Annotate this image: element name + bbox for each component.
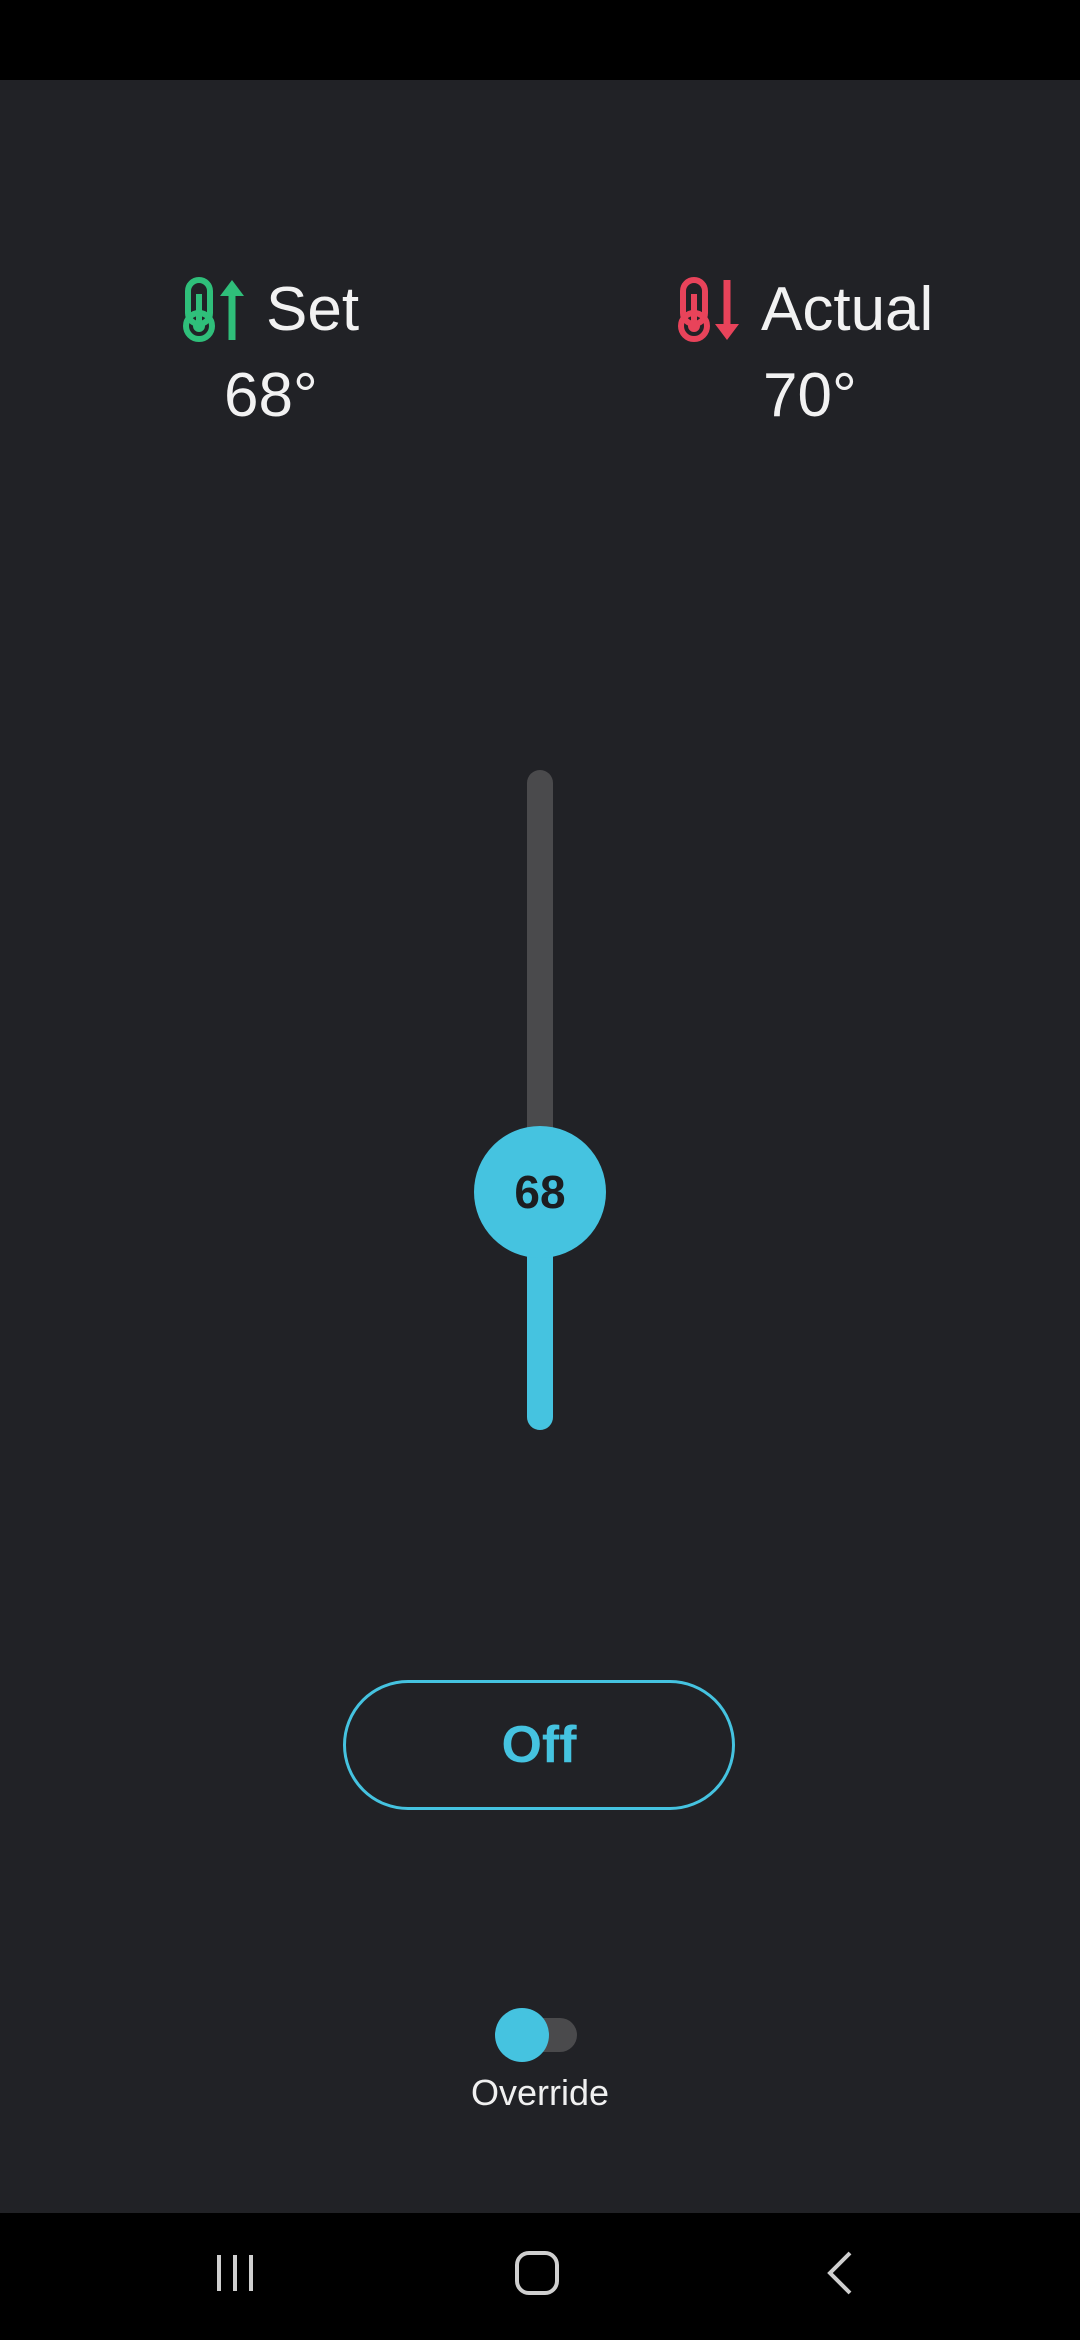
- set-value: 68°: [224, 361, 318, 430]
- status-bar: [0, 0, 1080, 80]
- set-temperature-readout: Set 68°: [180, 270, 480, 436]
- override-label: Override: [470, 2072, 610, 2113]
- back-button[interactable]: [800, 2240, 880, 2310]
- back-icon: [822, 2249, 858, 2302]
- temperature-slider[interactable]: 68: [474, 770, 606, 1430]
- override-toggle[interactable]: [495, 2008, 585, 2062]
- set-label: Set: [266, 275, 360, 344]
- mode-button[interactable]: Off: [343, 1680, 735, 1810]
- toggle-knob: [495, 2008, 549, 2062]
- slider-thumb[interactable]: 68: [474, 1126, 606, 1259]
- actual-value: 70°: [763, 361, 857, 430]
- home-icon: [513, 2249, 561, 2302]
- recents-button[interactable]: [195, 2240, 275, 2310]
- mode-button-label: Off: [501, 1716, 577, 1774]
- actual-label: Actual: [761, 275, 934, 344]
- slider-value: 68: [514, 1166, 566, 1219]
- home-button[interactable]: [497, 2240, 577, 2310]
- actual-temperature-readout: Actual 70°: [675, 270, 975, 436]
- recents-icon: [213, 2251, 257, 2300]
- thermometer-up-icon: [180, 274, 252, 346]
- thermometer-down-icon: [675, 274, 747, 346]
